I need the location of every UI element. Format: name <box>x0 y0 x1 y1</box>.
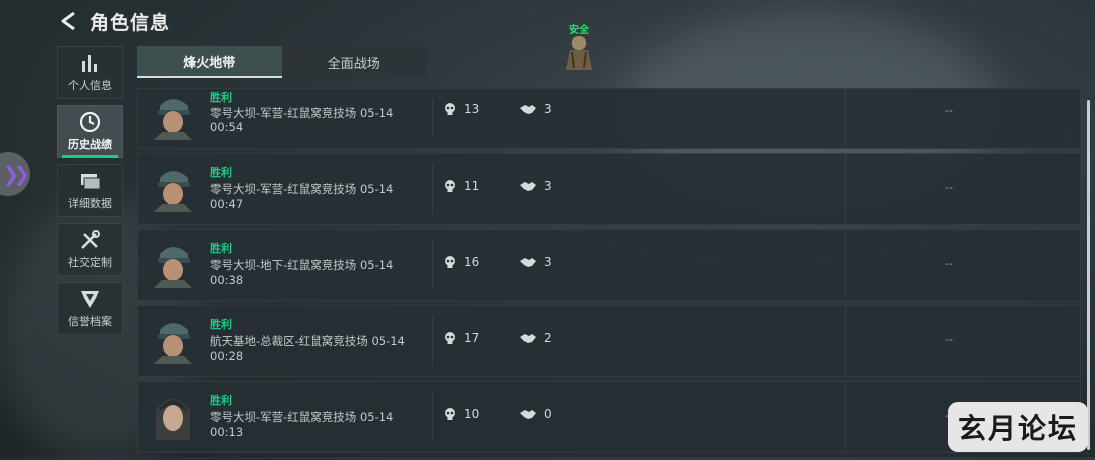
handshake-icon <box>520 333 536 343</box>
match-result: 胜利 <box>210 91 232 104</box>
extra-value: -- <box>945 257 953 270</box>
match-duration: 00:38 <box>210 273 244 287</box>
operator-avatar <box>154 99 192 140</box>
bar-chart-icon <box>82 55 97 72</box>
handshake-icon <box>520 409 536 419</box>
skull-icon <box>445 407 455 420</box>
divider <box>845 306 846 376</box>
kills-stat: 11 <box>444 179 479 193</box>
scrollbar[interactable] <box>1087 100 1090 450</box>
safe-status-badge: 安全 <box>566 23 592 70</box>
tab-hazard-zone[interactable]: 烽火地带 <box>137 46 282 78</box>
nav-label: 信誉档案 <box>68 315 112 328</box>
extra-value: -- <box>945 181 953 194</box>
match-duration: 00:13 <box>210 425 244 439</box>
nav-item-social-custom[interactable]: 社交定制 <box>57 223 123 276</box>
divider <box>432 240 433 290</box>
nav-label: 详细数据 <box>68 197 112 210</box>
side-nav: 个人信息 历史战绩 详细数据 社交定制 信誉档案 <box>57 46 123 341</box>
match-row[interactable]: 胜利零号大坝-地下-红鼠窝竞技场 05-14 00:38 16 3 -- <box>137 229 1081 301</box>
nav-item-reputation[interactable]: 信誉档案 <box>57 282 123 335</box>
safe-badge-label: 安全 <box>569 23 590 36</box>
match-result: 胜利 <box>210 166 232 179</box>
assists-value: 3 <box>544 102 552 116</box>
double-chevron-icon: ❯❯ <box>2 162 29 186</box>
match-row[interactable]: 胜利零号大坝-军营-红鼠窝竞技场 05-14 00:54 13 3 -- <box>137 88 1081 149</box>
assists-value: 2 <box>544 331 552 345</box>
operator-avatar <box>156 399 190 440</box>
skull-icon <box>445 102 455 115</box>
match-map: 零号大坝-军营-红鼠窝竞技场 05-14 <box>210 106 394 120</box>
kills-value: 16 <box>464 255 480 269</box>
tools-icon <box>81 230 100 249</box>
divider <box>845 154 846 224</box>
assists-stat: 3 <box>520 102 552 116</box>
assists-stat: 3 <box>520 179 552 193</box>
match-map: 零号大坝-地下-红鼠窝竞技场 05-14 <box>210 258 394 272</box>
assists-value: 0 <box>544 407 552 421</box>
match-duration: 00:28 <box>210 349 244 363</box>
match-duration: 00:47 <box>210 197 244 211</box>
operator-avatar <box>154 323 192 364</box>
match-row[interactable]: 胜利航天基地-总裁区-红鼠窝竞技场 05-14 00:28 17 2 -- <box>137 305 1081 377</box>
nav-item-match-history[interactable]: 历史战绩 <box>57 105 123 158</box>
divider <box>845 230 846 300</box>
handshake-icon <box>520 257 536 267</box>
emblem-icon <box>81 291 99 308</box>
kills-stat: 16 <box>444 255 479 269</box>
nav-label: 个人信息 <box>68 79 112 92</box>
nav-item-personal-info[interactable]: 个人信息 <box>57 46 123 99</box>
match-map: 零号大坝-军营-红鼠窝竞技场 05-14 <box>210 410 394 424</box>
skull-icon <box>445 179 455 192</box>
operator-avatar <box>154 171 192 212</box>
watermark: 玄月论坛 <box>948 402 1088 452</box>
match-result: 胜利 <box>210 318 232 331</box>
match-history-list: 胜利 零号大坝-军营-红鼠窝竞技场 05-14 00:54 13 3 -- 胜利 零号大坝-军… <box>137 88 1081 457</box>
side-drawer-handle[interactable]: ❯❯ <box>0 152 30 196</box>
handshake-icon <box>520 181 536 191</box>
match-row[interactable]: 胜利零号大坝-军营-红鼠窝竞技场 05-1400:13100-- <box>137 381 1081 453</box>
assists-value: 3 <box>544 255 552 269</box>
kills-value: 11 <box>464 179 480 193</box>
divider <box>432 164 433 214</box>
kills-value: 10 <box>464 407 480 421</box>
match-map: 航天基地-总裁区-红鼠窝竞技场 05-14 <box>210 334 405 348</box>
handshake-icon <box>520 104 536 114</box>
match-result: 胜利 <box>210 394 232 407</box>
skull-icon <box>445 255 455 268</box>
assists-stat: 2 <box>520 331 552 345</box>
kills-value: 17 <box>464 331 480 345</box>
match-map: 零号大坝-军营-红鼠窝竞技场 05-14 <box>210 182 394 196</box>
kills-value: 13 <box>464 102 480 116</box>
kills-stat: 17 <box>444 331 479 345</box>
folders-icon <box>81 174 101 190</box>
divider <box>845 382 846 452</box>
match-result: 胜利 <box>210 242 232 255</box>
nav-label: 社交定制 <box>68 256 112 269</box>
divider <box>432 392 433 442</box>
mode-tabs: 烽火地带 全面战场 <box>137 46 426 78</box>
kills-stat: 13 <box>444 102 479 116</box>
header: 角色信息 <box>58 6 170 36</box>
extra-value: -- <box>945 104 953 117</box>
back-arrow-icon[interactable] <box>58 10 80 32</box>
assists-stat: 3 <box>520 255 552 269</box>
clock-icon <box>79 111 101 133</box>
extra-value: -- <box>945 333 953 346</box>
nav-item-detailed-data[interactable]: 详细数据 <box>57 164 123 217</box>
nav-label: 历史战绩 <box>68 138 112 151</box>
divider <box>432 99 433 138</box>
assists-stat: 0 <box>520 407 552 421</box>
operator-avatar <box>154 247 192 288</box>
divider <box>432 316 433 366</box>
kills-stat: 10 <box>444 407 479 421</box>
skull-icon <box>445 331 455 344</box>
match-row[interactable]: 胜利零号大坝-军营-红鼠窝竞技场 05-14 00:47 11 3 -- <box>137 153 1081 225</box>
tab-full-battlefield[interactable]: 全面战场 <box>282 46 427 78</box>
page-title: 角色信息 <box>90 11 171 34</box>
divider <box>845 89 846 148</box>
assists-value: 3 <box>544 179 552 193</box>
match-duration: 00:54 <box>210 120 244 134</box>
